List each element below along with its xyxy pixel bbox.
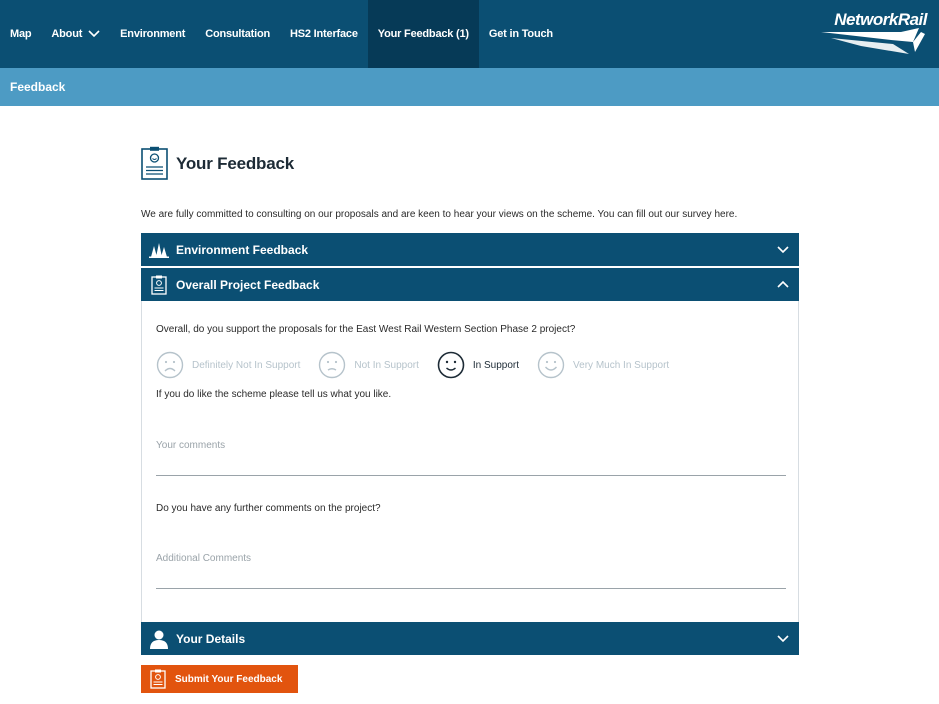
section-bar: Feedback <box>0 68 939 106</box>
further-comments-prompt: Do you have any further comments on the … <box>156 503 381 514</box>
rating-very-much-in-support[interactable]: Very Much In Support <box>537 351 669 379</box>
rating-label: Definitely Not In Support <box>192 359 301 371</box>
comments-input[interactable] <box>156 440 786 451</box>
chevron-down-icon <box>88 30 100 38</box>
sad-face-icon <box>319 351 346 379</box>
person-icon <box>149 629 169 649</box>
nav-label: Map <box>10 28 32 40</box>
rating-not-in-support[interactable]: Not In Support <box>318 351 419 379</box>
rating-label: Very Much In Support <box>573 359 670 371</box>
accordion-header[interactable]: Your Details <box>141 622 799 655</box>
nav-label: Consultation <box>205 28 271 40</box>
clipboard-icon <box>150 669 166 689</box>
page-title: Your Feedback <box>176 154 295 173</box>
nav-label: Your Feedback (1) <box>377 28 469 40</box>
overall-feedback-panel: Overall, do you support the proposals fo… <box>141 301 799 622</box>
network-rail-arrow-icon <box>821 28 925 54</box>
accordion-header[interactable]: Overall Project Feedback <box>141 268 799 301</box>
accordion-label: Your Details <box>176 631 246 646</box>
accordion-environment-feedback[interactable]: Environment Feedback <box>141 233 799 266</box>
nav-item-map[interactable]: Map <box>0 0 41 68</box>
accordion-your-details[interactable]: Your Details <box>141 622 799 655</box>
rating-label: Not In Support <box>354 359 419 371</box>
support-question: Overall, do you support the proposals fo… <box>156 324 576 335</box>
nav-item-get-in-touch[interactable]: Get in Touch <box>479 0 563 68</box>
accordion-label: Overall Project Feedback <box>176 277 320 292</box>
nav-label: Get in Touch <box>488 28 553 40</box>
nav-item-hs2-interface[interactable]: HS2 Interface <box>280 0 368 68</box>
additional-comments-input[interactable] <box>156 553 786 564</box>
chevron-down-icon <box>777 635 789 643</box>
very-sad-face-icon <box>156 351 184 379</box>
additional-comments-field[interactable] <box>156 545 786 589</box>
big-smile-face-icon <box>537 351 565 379</box>
support-rating: Definitely Not In Support Not In Support… <box>156 349 687 381</box>
smile-face-icon <box>437 351 465 379</box>
rating-definitely-not-in-support[interactable]: Definitely Not In Support <box>156 351 300 379</box>
intro-text: We are fully committed to consulting on … <box>141 209 738 220</box>
submit-feedback-button[interactable]: Submit Your Feedback <box>141 665 298 693</box>
nav-label: About <box>51 28 83 40</box>
like-prompt: If you do like the scheme please tell us… <box>156 389 392 400</box>
accordion-header[interactable]: Environment Feedback <box>141 233 799 266</box>
nav-item-consultation[interactable]: Consultation <box>195 0 280 68</box>
section-bar-title: Feedback <box>10 80 66 94</box>
accordion-overall-project-feedback[interactable]: Overall Project Feedback <box>141 268 799 301</box>
rating-in-support[interactable]: In Support <box>437 351 519 379</box>
nav-item-your-feedback[interactable]: Your Feedback (1) <box>367 0 479 68</box>
logo-text: NetworkRail <box>834 10 927 29</box>
chevron-down-icon <box>777 246 789 254</box>
network-rail-logo[interactable]: NetworkRail <box>821 10 927 56</box>
comments-field[interactable] <box>156 432 786 476</box>
nav-item-environment[interactable]: Environment <box>110 0 195 68</box>
trees-icon <box>149 240 169 260</box>
submit-label: Submit Your Feedback <box>175 673 283 685</box>
nav-label: Environment <box>120 28 186 40</box>
clipboard-icon <box>149 275 169 295</box>
nav-item-about[interactable]: About <box>41 0 110 68</box>
rating-label: In Support <box>472 359 520 371</box>
chevron-up-icon <box>777 280 789 288</box>
top-navigation: Map About Environment Consultation HS2 I… <box>0 0 939 68</box>
nav-menu: Map About Environment Consultation HS2 I… <box>0 0 563 68</box>
accordion-label: Environment Feedback <box>176 242 309 257</box>
feedback-clipboard-icon <box>141 146 168 180</box>
nav-label: HS2 Interface <box>290 28 358 40</box>
